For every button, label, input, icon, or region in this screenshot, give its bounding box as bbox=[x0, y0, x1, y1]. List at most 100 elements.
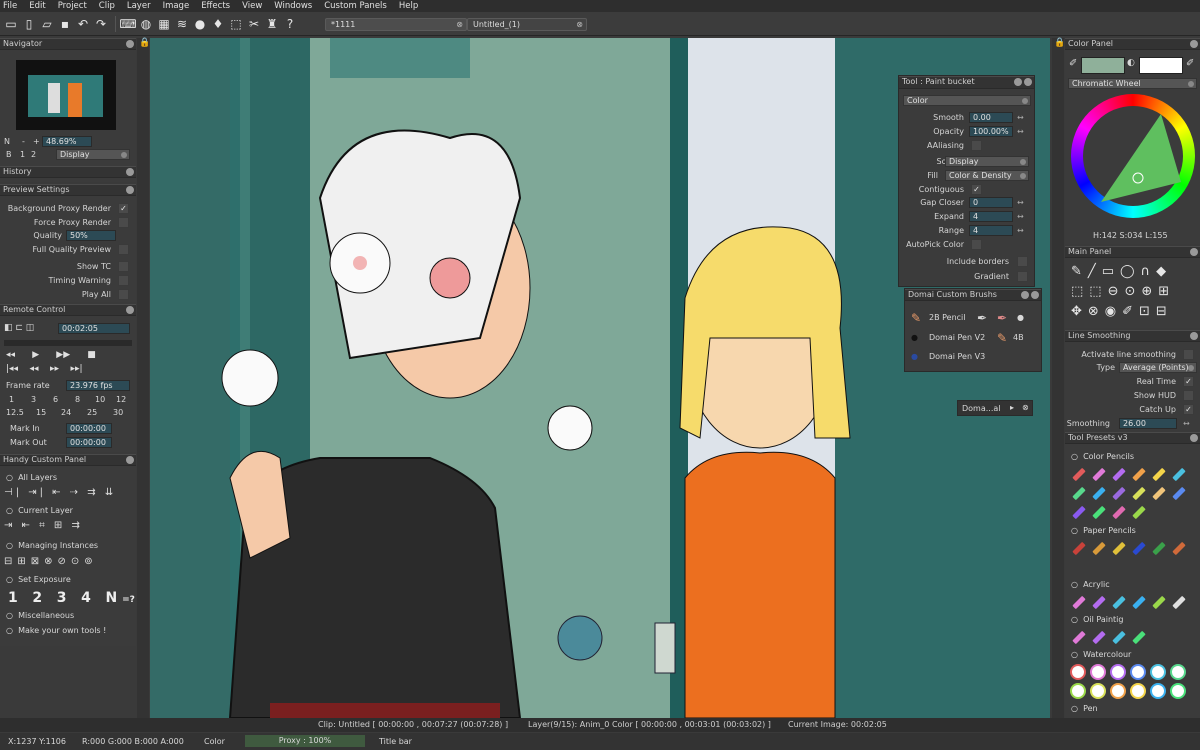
close-icon[interactable]: ⊗ bbox=[456, 19, 463, 30]
watercolor-icon[interactable] bbox=[1110, 683, 1126, 699]
autopick-checkbox[interactable] bbox=[971, 239, 982, 250]
menu-icon[interactable] bbox=[1021, 291, 1029, 299]
include-borders-checkbox[interactable] bbox=[1017, 256, 1028, 267]
color-triangle[interactable] bbox=[1071, 94, 1195, 218]
brush-icon[interactable] bbox=[1090, 629, 1106, 645]
color-wheel-icon[interactable]: ◍ bbox=[138, 16, 154, 32]
pencil-icon[interactable] bbox=[1070, 504, 1086, 520]
timing-warning-checkbox[interactable] bbox=[118, 275, 129, 286]
watercolor-icon[interactable] bbox=[1070, 683, 1086, 699]
timecode-field[interactable]: 00:02:05 bbox=[58, 323, 130, 334]
exposure-2[interactable]: 2 bbox=[32, 590, 42, 606]
pencil-icon[interactable] bbox=[1090, 504, 1106, 520]
lock-icon[interactable]: 🔒 bbox=[1054, 38, 1065, 48]
remote-toolbar-icons[interactable]: ◧ ⊏ ◫ bbox=[4, 323, 34, 333]
color-wheel[interactable] bbox=[1071, 94, 1195, 218]
nav-b[interactable]: B bbox=[6, 150, 12, 159]
brush-icon[interactable] bbox=[1170, 594, 1186, 610]
menu-layer[interactable]: Layer bbox=[127, 1, 151, 11]
tools-row-1[interactable]: ✎╱▭◯∩◆ bbox=[1071, 264, 1172, 279]
force-proxy-checkbox[interactable] bbox=[118, 217, 129, 228]
pencil-icon[interactable] bbox=[1150, 466, 1166, 482]
playback-controls[interactable]: ◂◂ ▶ ▶▶ ■ bbox=[6, 350, 96, 360]
contiguous-checkbox[interactable]: ✓ bbox=[971, 184, 982, 195]
nav-2[interactable]: 2 bbox=[31, 150, 36, 159]
brush-icon[interactable] bbox=[1150, 594, 1166, 610]
pencil-icon[interactable] bbox=[1130, 540, 1146, 556]
tools-row-3[interactable]: ✥⊗◉✐⊡⊟ bbox=[1071, 304, 1173, 319]
close-icon[interactable]: ⊗ bbox=[1022, 403, 1029, 412]
pencil-icon[interactable] bbox=[1170, 466, 1186, 482]
pencil-icon[interactable] bbox=[1090, 485, 1106, 501]
n-label[interactable]: N bbox=[4, 137, 10, 146]
background-proxy-checkbox[interactable]: ✓ bbox=[118, 203, 129, 214]
scissors-icon[interactable]: ✂ bbox=[246, 16, 262, 32]
pencil-icon[interactable] bbox=[1110, 540, 1126, 556]
help-icon[interactable]: ? bbox=[282, 16, 298, 32]
gap-closer-field[interactable]: 0 bbox=[969, 197, 1013, 208]
brush-icon[interactable] bbox=[1070, 594, 1086, 610]
watercolor-icon[interactable] bbox=[1110, 664, 1126, 680]
close-icon[interactable] bbox=[1190, 434, 1198, 442]
rate-24[interactable]: 24 bbox=[61, 408, 71, 417]
brush-icon[interactable] bbox=[1090, 594, 1106, 610]
exposure-3[interactable]: 3 bbox=[57, 590, 67, 606]
menu-windows[interactable]: Windows bbox=[274, 1, 312, 11]
watercolour-row-1[interactable] bbox=[1070, 664, 1186, 680]
real-time-checkbox[interactable]: ✓ bbox=[1183, 376, 1194, 387]
navigator-thumbnail[interactable] bbox=[16, 60, 116, 130]
pencil-icon[interactable] bbox=[1170, 485, 1186, 501]
expand-icon[interactable]: ▸ bbox=[1010, 403, 1014, 412]
fill-dropdown[interactable]: Color & Density bbox=[945, 170, 1029, 181]
current-layer-tools[interactable]: ⇥ ⇤ ⌗ ⊞ ⇉ bbox=[4, 520, 83, 531]
rate-3[interactable]: 3 bbox=[31, 395, 36, 404]
pencil-icon[interactable]: ✎ bbox=[997, 331, 1007, 345]
undo-icon[interactable]: ↶ bbox=[75, 16, 91, 32]
open-folder-icon[interactable]: ▱ bbox=[39, 16, 55, 32]
zoom-field[interactable]: 48.69% bbox=[42, 136, 92, 147]
pencil-icon[interactable] bbox=[1150, 540, 1166, 556]
rate-30[interactable]: 30 bbox=[113, 408, 123, 417]
close-icon[interactable] bbox=[1031, 291, 1039, 299]
keyboard-icon[interactable]: ⌨ bbox=[119, 16, 136, 32]
instance-tools[interactable]: ⊟⊞⊠⊗⊘⊙⊚ bbox=[4, 556, 98, 567]
pencil-icon[interactable] bbox=[1130, 466, 1146, 482]
brush-icon[interactable] bbox=[1070, 629, 1086, 645]
rate-15[interactable]: 15 bbox=[36, 408, 46, 417]
brush-domai-pen-v3[interactable]: Domai Pen V3 bbox=[929, 352, 985, 361]
save-icon[interactable]: ▪ bbox=[57, 16, 73, 32]
smoothing-field[interactable]: 26.00 bbox=[1119, 418, 1177, 429]
layers-icon[interactable]: ≋ bbox=[174, 16, 190, 32]
brush-icon[interactable] bbox=[1110, 594, 1126, 610]
menu-help[interactable]: Help bbox=[399, 1, 418, 11]
menu-edit[interactable]: Edit bbox=[29, 1, 45, 11]
pencil-icon[interactable] bbox=[1170, 540, 1186, 556]
gradient-checkbox[interactable] bbox=[1017, 271, 1028, 282]
watercolor-icon[interactable] bbox=[1070, 664, 1086, 680]
new-file-icon[interactable]: ▭ bbox=[3, 16, 19, 32]
pencil-icon[interactable] bbox=[1110, 466, 1126, 482]
dot-icon[interactable]: ● bbox=[911, 333, 918, 342]
lightbulb-icon[interactable]: ● bbox=[192, 16, 208, 32]
watercolor-icon[interactable] bbox=[1150, 664, 1166, 680]
opacity-arrows[interactable]: ↔ bbox=[1017, 127, 1024, 136]
brush-2b-pencil[interactable]: 2B Pencil bbox=[929, 313, 966, 322]
menu-icon[interactable] bbox=[1014, 78, 1022, 86]
rate-6[interactable]: 6 bbox=[53, 395, 58, 404]
pen-icon[interactable]: ✒ bbox=[977, 311, 987, 325]
eyedropper-icon[interactable]: ✐ bbox=[1069, 58, 1077, 69]
smoothing-arrows[interactable]: ↔ bbox=[1183, 419, 1190, 428]
range-arrows[interactable]: ↔ bbox=[1017, 226, 1024, 235]
tools-row-2[interactable]: ⬚⬚⊖⊙⊕⊞ bbox=[1071, 284, 1175, 299]
pen-icon[interactable]: ✒ bbox=[997, 311, 1007, 325]
exposure-buttons[interactable]: 1 2 3 4 N =? bbox=[8, 590, 135, 606]
color-pencils-row-2[interactable] bbox=[1070, 485, 1186, 501]
tab-1111[interactable]: *1111 ⊗ bbox=[325, 18, 467, 31]
nav-1[interactable]: 1 bbox=[20, 150, 25, 159]
display-dropdown[interactable]: Display bbox=[56, 149, 130, 160]
close-icon[interactable] bbox=[126, 186, 134, 194]
menu-image[interactable]: Image bbox=[163, 1, 190, 11]
redo-icon[interactable]: ↷ bbox=[93, 16, 109, 32]
rate-12[interactable]: 12 bbox=[116, 395, 126, 404]
close-icon[interactable] bbox=[126, 168, 134, 176]
